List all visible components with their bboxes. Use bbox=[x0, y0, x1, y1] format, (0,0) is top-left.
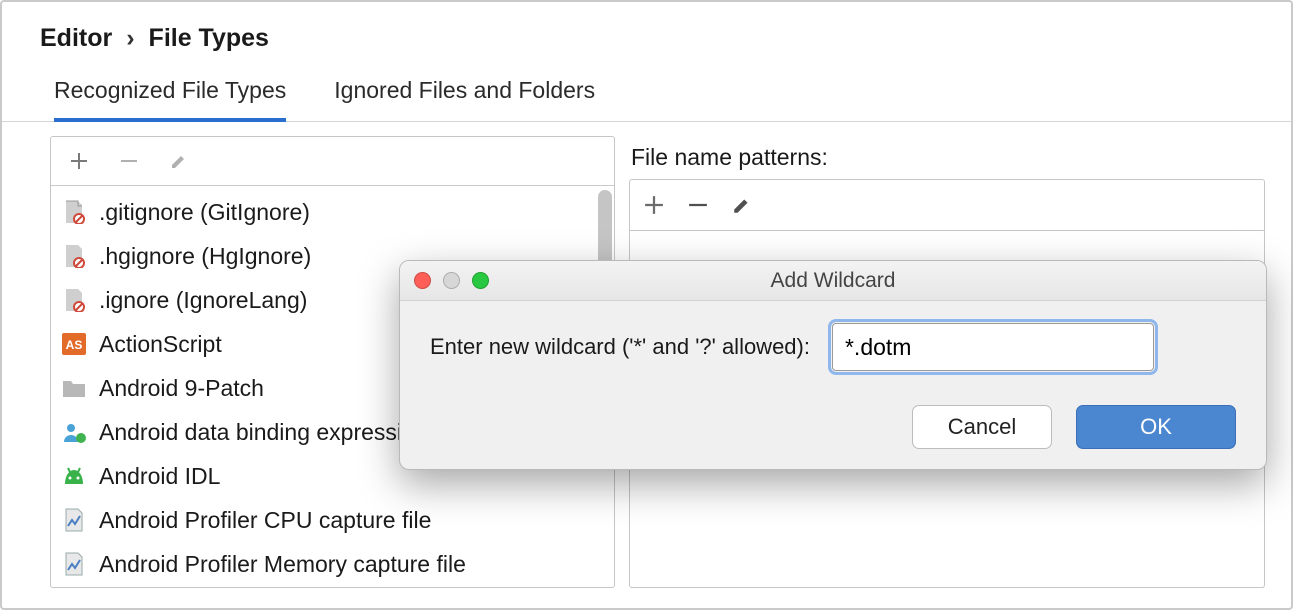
dialog-title: Add Wildcard bbox=[400, 269, 1266, 293]
minus-icon bbox=[688, 195, 708, 215]
list-item-label: Android 9-Patch bbox=[99, 370, 264, 406]
cancel-button[interactable]: Cancel bbox=[912, 405, 1052, 449]
pencil-icon bbox=[732, 195, 752, 215]
list-item-label: Android IDL bbox=[99, 458, 220, 494]
patterns-toolbar bbox=[629, 179, 1265, 231]
list-item-label: Android data binding expressions bbox=[99, 414, 439, 450]
file-types-toolbar bbox=[51, 137, 614, 185]
list-item-label: .hgignore (HgIgnore) bbox=[99, 238, 311, 274]
dialog-titlebar[interactable]: Add Wildcard bbox=[400, 261, 1266, 301]
android-user-icon bbox=[61, 419, 87, 445]
file-ignore-icon bbox=[61, 243, 87, 269]
list-item-label: Android Profiler CPU capture file bbox=[99, 502, 431, 538]
add-wildcard-dialog: Add Wildcard Enter new wildcard ('*' and… bbox=[399, 260, 1267, 470]
breadcrumb: Editor › File Types bbox=[2, 2, 1291, 67]
breadcrumb-child: File Types bbox=[149, 24, 269, 53]
pencil-icon bbox=[170, 152, 188, 170]
edit-file-type-button[interactable] bbox=[165, 147, 193, 175]
list-item-label: .gitignore (GitIgnore) bbox=[99, 194, 310, 230]
list-item[interactable]: Android Profiler Memory capture file bbox=[51, 542, 614, 586]
list-item-label: ActionScript bbox=[99, 326, 222, 362]
close-icon[interactable] bbox=[414, 272, 431, 289]
android-icon bbox=[61, 463, 87, 489]
profiler-icon bbox=[61, 551, 87, 577]
edit-pattern-button[interactable] bbox=[732, 195, 752, 215]
minus-icon bbox=[120, 152, 138, 170]
plus-icon bbox=[644, 195, 664, 215]
tabs: Recognized File Types Ignored Files and … bbox=[2, 67, 1291, 122]
patterns-header-label: File name patterns: bbox=[629, 136, 1265, 179]
file-ignore-icon bbox=[61, 199, 87, 225]
maximize-icon[interactable] bbox=[472, 272, 489, 289]
list-item[interactable]: Android Profiler CPU capture file bbox=[51, 498, 614, 542]
profiler-icon bbox=[61, 507, 87, 533]
breadcrumb-separator-icon: › bbox=[126, 24, 134, 53]
svg-text:AS: AS bbox=[66, 338, 83, 352]
remove-pattern-button[interactable] bbox=[688, 195, 708, 215]
as-icon: AS bbox=[61, 331, 87, 357]
wildcard-input[interactable] bbox=[832, 323, 1154, 371]
plus-icon bbox=[70, 152, 88, 170]
breadcrumb-parent[interactable]: Editor bbox=[40, 24, 112, 53]
list-item-label: .ignore (IgnoreLang) bbox=[99, 282, 307, 318]
file-ignore-icon bbox=[61, 287, 87, 313]
list-item[interactable]: .gitignore (GitIgnore) bbox=[51, 190, 614, 234]
add-file-type-button[interactable] bbox=[65, 147, 93, 175]
ok-button[interactable]: OK bbox=[1076, 405, 1236, 449]
tab-recognized-file-types[interactable]: Recognized File Types bbox=[54, 77, 286, 122]
wildcard-prompt-label: Enter new wildcard ('*' and '?' allowed)… bbox=[430, 334, 810, 360]
remove-file-type-button[interactable] bbox=[115, 147, 143, 175]
minimize-icon bbox=[443, 272, 460, 289]
add-pattern-button[interactable] bbox=[644, 195, 664, 215]
list-item[interactable]: Rs Android RenderScript bbox=[51, 586, 614, 587]
scrollbar-thumb[interactable] bbox=[598, 190, 612, 268]
list-item-label: Android Profiler Memory capture file bbox=[99, 546, 466, 582]
folder-icon bbox=[61, 375, 87, 401]
tab-ignored-files-and-folders[interactable]: Ignored Files and Folders bbox=[334, 77, 595, 121]
